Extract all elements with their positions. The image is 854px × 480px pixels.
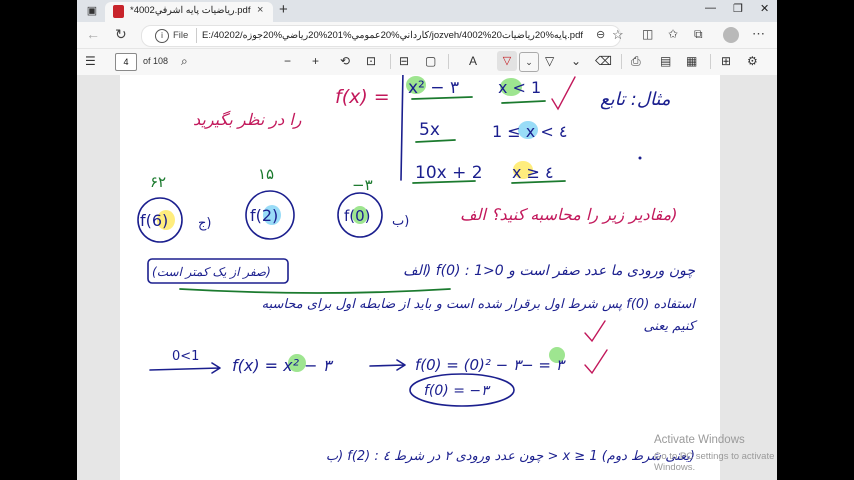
tab-close-icon[interactable]: × — [257, 4, 263, 16]
explanation-line-2: پس شرط اول برقرار شده است و باید از ضابط… — [262, 297, 697, 312]
sep-b: ب) — [392, 214, 409, 229]
highlight-dropdown-icon[interactable]: ⌄ — [571, 54, 581, 68]
underline-cond1 — [501, 100, 546, 104]
search-icon[interactable]: ⌕ — [181, 54, 188, 69]
chevron-down-icon[interactable]: ⌄ — [519, 52, 539, 72]
checkmark — [551, 76, 576, 111]
tab-active[interactable]: *رياضيات پايه اشرفي4002.pdf × — [105, 2, 273, 22]
case1-expr: x² − ٣ — [408, 78, 459, 98]
toc-icon[interactable]: ☰ — [85, 54, 96, 68]
save-as-icon[interactable]: ▦ — [686, 54, 697, 68]
page-number-input[interactable] — [115, 53, 137, 71]
toolbar-divider — [448, 54, 449, 69]
settings-icon[interactable]: ⚙ — [747, 54, 758, 68]
case3-cond: x ≥ ٤ — [512, 163, 554, 182]
zoom-in-icon[interactable]: + — [312, 54, 319, 68]
explanation-line-4: ب) f(2) : چون عدد ورودی ٢ در شرط ٤ > x ≥… — [326, 449, 695, 464]
calc-condition: 0<1 — [172, 349, 199, 364]
back-icon[interactable]: ← — [86, 26, 100, 42]
calc-final: f(0) = −٣ — [424, 383, 491, 399]
answer-c: ۶۲ — [150, 173, 166, 191]
tab-bar: ▣ *رياضيات پايه اشرفي4002.pdf × + — ❐ ✕ — [77, 0, 777, 22]
collections-icon[interactable]: ⧉ — [694, 27, 703, 42]
highlight-icon[interactable]: ▽ — [545, 54, 554, 68]
url-scheme: File — [173, 30, 189, 41]
dot-mark — [638, 156, 642, 160]
arrow-2 — [369, 359, 406, 371]
page-view-icon[interactable]: ⊟ — [399, 54, 409, 68]
profile-icon[interactable] — [723, 27, 739, 43]
checkmark-2 — [584, 320, 606, 343]
split-icon[interactable]: ◫ — [642, 27, 653, 41]
answer-b: ۱۵ — [258, 165, 274, 183]
case1-cond: x < 1 — [498, 78, 541, 97]
explanation-line-1: الف) f(0) : چون ورودی ما عدد صفر است و 0… — [403, 263, 695, 279]
example-label: مثال: تابع — [600, 89, 671, 110]
case2-cond: 1 ≤ x < ٤ — [492, 122, 567, 141]
fit-page-icon[interactable]: ▢ — [425, 54, 436, 68]
pin-icon[interactable]: ⊞ — [721, 54, 731, 68]
explanation-box: (صفر از یک کمتر است) — [152, 265, 271, 279]
sep-c: ج) — [198, 216, 211, 231]
case3-expr: 10x + 2 — [415, 163, 483, 183]
answer-a: −٣ — [352, 176, 373, 194]
fx-description: را در نظر بگیرید — [193, 110, 302, 129]
pdf-viewer[interactable]: مثال: تابع f(x) = را در نظر بگیرید x² − … — [77, 75, 777, 480]
refresh-icon[interactable]: ↻ — [115, 26, 127, 43]
pdf-toolbar: ☰ of 108 ⌕ − + ⟲ ⊡ ⊟ ▢ A ▽ ⌄ ▽ ⌄ ⌫ ⎙ ▤ ▦… — [77, 48, 777, 76]
toolbar-divider — [621, 54, 622, 69]
underline-explanation — [179, 288, 451, 294]
info-icon[interactable]: i — [155, 29, 169, 43]
toolbar-divider — [390, 54, 391, 69]
close-window-button[interactable]: ✕ — [760, 2, 769, 15]
url-text[interactable]: E:/40202/كارداني%20عمومي%201%20رياضي%20ج… — [202, 30, 590, 41]
q-c: f(6) — [140, 211, 168, 230]
activate-windows-subtitle: Go to PC settings to activate Windows. — [654, 451, 775, 473]
q-a: f(0) — [344, 207, 371, 225]
zoom-out-icon[interactable]: − — [284, 54, 291, 68]
fit-icon[interactable]: ⊡ — [366, 54, 376, 68]
pdf-icon — [113, 5, 124, 18]
print-icon[interactable]: ⎙ — [631, 54, 641, 69]
calc-result: f(0) = (0)² − ٣ = −٣ — [415, 356, 567, 374]
favorites-bar-icon[interactable]: ✩ — [668, 27, 678, 41]
activate-windows-title: Activate Windows — [654, 434, 745, 446]
address-bar-row: ← ↻ i File E:/40202/كارداني%20عمومي%201%… — [77, 22, 777, 48]
tab-title: *رياضيات پايه اشرفي4002.pdf — [130, 5, 251, 16]
eraser-icon[interactable]: ⌫ — [595, 54, 612, 68]
more-icon[interactable]: ⋯ — [752, 26, 765, 42]
checkmark-3 — [584, 349, 608, 375]
brace-line — [400, 75, 404, 181]
address-divider — [196, 28, 197, 43]
maximize-button[interactable]: ❐ — [733, 2, 743, 15]
zoom-icon[interactable]: ⊖ — [596, 28, 605, 41]
favorite-icon[interactable]: ☆ — [612, 27, 624, 43]
page-total: of 108 — [143, 56, 169, 66]
minimize-button[interactable]: — — [705, 2, 716, 14]
handwritten-notes: مثال: تابع f(x) = را در نظر بگیرید x² − … — [137, 75, 698, 464]
save-icon[interactable]: ▤ — [660, 54, 671, 68]
case2-expr: 5x — [419, 120, 440, 140]
rotate-icon[interactable]: ⟲ — [340, 54, 350, 68]
calc-expression: f(x) = x² − ٣ — [232, 356, 334, 375]
draw-icon[interactable]: ▽ — [497, 51, 517, 71]
browser-window: ▣ *رياضيات پايه اشرفي4002.pdf × + — ❐ ✕ … — [77, 0, 777, 480]
fx-label: f(x) = — [335, 86, 390, 108]
q-b: f(2) — [250, 206, 278, 225]
question-text: مقادیر زیر را محاسبه کنید؟ الف) — [460, 205, 677, 224]
toolbar-divider — [710, 54, 711, 69]
new-tab-button[interactable]: + — [279, 1, 288, 18]
explanation-line-3: کنیم یعنی — [644, 319, 698, 334]
underline-case2 — [415, 139, 456, 143]
read-aloud-icon[interactable]: A — [469, 54, 477, 68]
pdf-page: مثال: تابع f(x) = را در نظر بگیرید x² − … — [120, 75, 720, 480]
sidebar-icon[interactable]: ▣ — [84, 3, 100, 19]
address-bar[interactable]: i File E:/40202/كارداني%20عمومي%201%20ري… — [141, 25, 624, 47]
arrow-1 — [149, 362, 221, 374]
